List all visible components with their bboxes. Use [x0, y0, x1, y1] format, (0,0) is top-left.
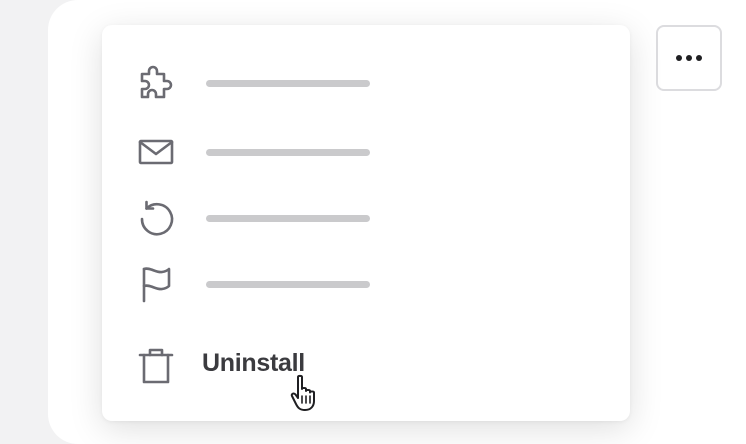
menu-item-refresh[interactable]	[102, 188, 630, 244]
menu-item-report[interactable]	[102, 254, 630, 310]
dropdown-menu: Uninstall	[102, 25, 630, 421]
menu-item-label-placeholder	[206, 80, 370, 87]
menu-item-uninstall[interactable]: Uninstall	[102, 336, 630, 392]
more-horizontal-icon	[676, 55, 702, 61]
menu-item-mail[interactable]	[102, 122, 630, 178]
trash-icon	[136, 346, 176, 386]
mail-icon	[136, 132, 176, 172]
flag-icon	[136, 264, 176, 304]
menu-item-label-placeholder	[206, 215, 370, 222]
more-options-button[interactable]	[656, 25, 722, 91]
menu-item-label-placeholder	[206, 149, 370, 156]
puzzle-icon	[136, 63, 176, 103]
pointer-hand-icon	[289, 374, 323, 412]
refresh-icon	[136, 198, 176, 238]
menu-item-label-placeholder	[206, 281, 370, 288]
menu-item-extensions[interactable]	[102, 53, 630, 109]
